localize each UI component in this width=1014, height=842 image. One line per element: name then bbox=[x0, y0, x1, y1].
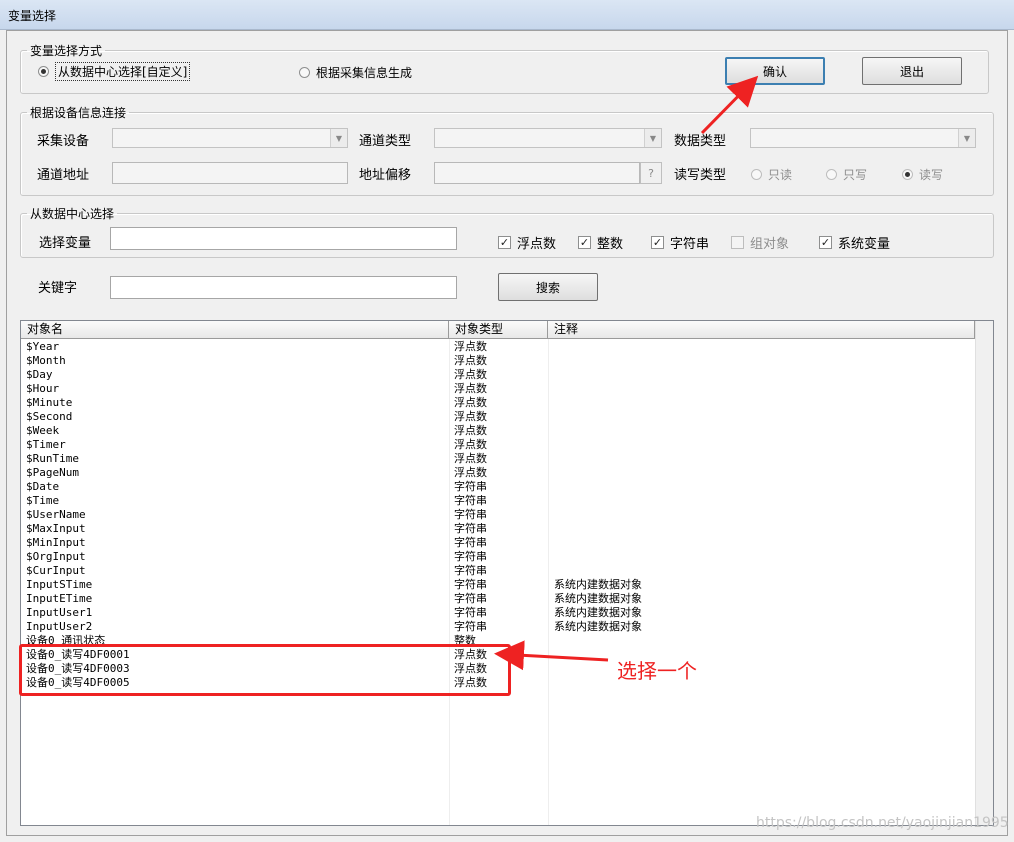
arrow-to-confirm-button bbox=[700, 75, 759, 135]
annotation-arrows bbox=[494, 75, 759, 671]
callout-text: 选择一个 bbox=[617, 659, 697, 683]
watermark: https://blog.csdn.net/yaojinjian1995 bbox=[756, 815, 1009, 831]
arrow-to-selected-row bbox=[494, 640, 609, 671]
